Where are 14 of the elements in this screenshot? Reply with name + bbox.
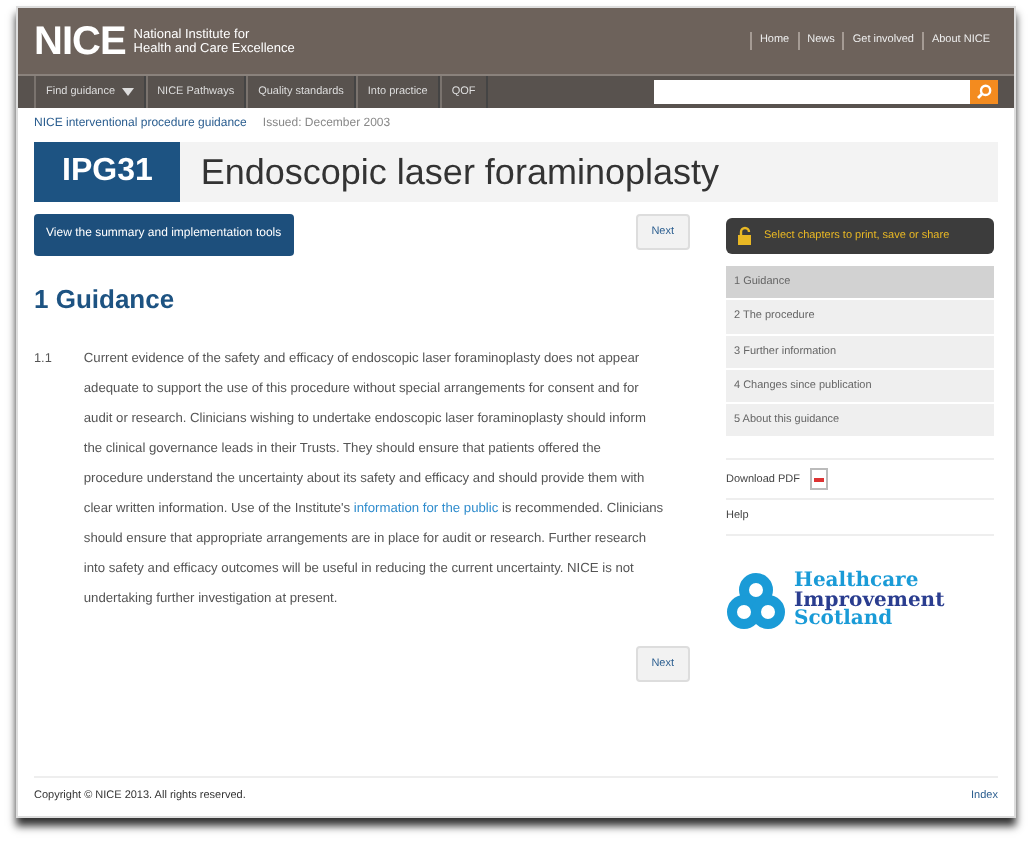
partner-logo-text: Scotland: [794, 610, 893, 630]
page-title: Endoscopic laser foraminoplasty: [200, 149, 719, 196]
partner-logo-text: Improvement: [794, 591, 945, 611]
pdf-icon: [810, 468, 828, 491]
search-button[interactable]: [970, 80, 998, 104]
padlock-icon: [736, 226, 756, 246]
guidance-code: IPG31: [34, 142, 181, 202]
caret-icon: [121, 88, 134, 96]
search-icon: [976, 84, 992, 100]
nice-logo[interactable]: NICE: [34, 21, 126, 61]
search-field[interactable]: [654, 80, 970, 104]
knot-logo-icon: [726, 571, 786, 631]
partner-logo-text: Healthcare: [794, 572, 919, 592]
section-heading: 1 Guidance: [34, 282, 177, 318]
